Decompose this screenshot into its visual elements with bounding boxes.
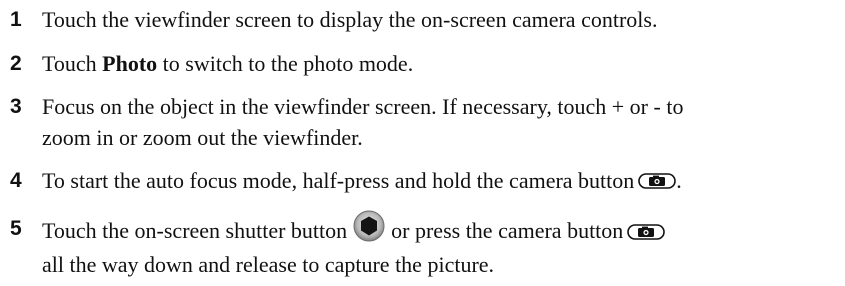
step-text: Touch Photo to switch to the photo mode.	[42, 51, 414, 76]
step-number: 1	[10, 8, 22, 31]
step-number: 3	[10, 95, 22, 118]
step-text: Focus on the object in the viewfinder sc…	[42, 94, 684, 150]
step-number: 5	[10, 217, 22, 240]
shutter-button-icon	[353, 210, 385, 250]
camera-button-icon	[638, 166, 677, 197]
step-text: Touch the viewfinder screen to display t…	[42, 7, 658, 32]
photo-label: Photo	[102, 51, 158, 76]
step-text: To start the auto focus mode, half-press…	[42, 165, 842, 198]
step-number: 4	[10, 169, 22, 192]
camera-button-icon	[627, 217, 666, 248]
step-text: Touch the on-screen shutter button or pr…	[42, 210, 842, 280]
step-number: 2	[10, 52, 22, 75]
